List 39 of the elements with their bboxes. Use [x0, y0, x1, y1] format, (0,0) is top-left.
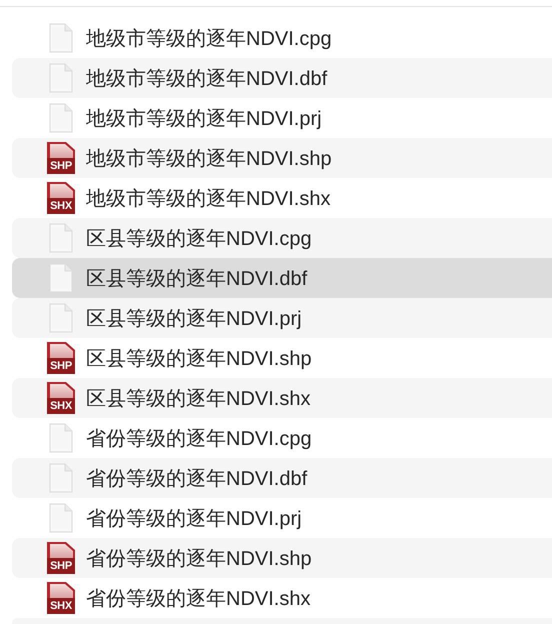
file-row[interactable]: SHP 地级市等级的逐年NDVI.shp — [12, 138, 552, 178]
file-name: 区县等级的逐年NDVI.dbf — [86, 266, 308, 292]
file-row[interactable]: SHP 省份等级的逐年NDVI.shp — [12, 538, 552, 578]
document-icon — [49, 263, 73, 293]
file-row[interactable]: 省份等级的逐年NDVI.cpg — [12, 418, 552, 458]
file-row[interactable]: SHX 地级市等级的逐年NDVI.shx — [12, 178, 552, 218]
file-name: 区县等级的逐年NDVI.cpg — [86, 226, 312, 252]
file-name: 省份等级的逐年NDVI.shx — [86, 586, 310, 612]
file-row[interactable]: SHX 区县等级的逐年NDVI.shx — [12, 378, 552, 418]
file-row[interactable]: 省份等级的逐年NDVI.prj — [12, 498, 552, 538]
document-icon — [49, 423, 73, 453]
file-row[interactable]: 地级市等级的逐年NDVI.dbf — [12, 58, 552, 98]
file-row[interactable]: 地级市等级的逐年NDVI.prj — [12, 98, 552, 138]
file-name: 区县等级的逐年NDVI.prj — [86, 306, 302, 332]
document-icon — [49, 63, 73, 93]
file-name: 省份等级的逐年NDVI.shp — [86, 546, 312, 572]
document-icon — [49, 303, 73, 333]
document-icon — [49, 23, 73, 53]
file-row[interactable]: 省份等级的逐年NDVI.dbf — [12, 458, 552, 498]
file-name: 地级市等级的逐年NDVI.cpg — [86, 26, 332, 52]
file-row[interactable]: SHX 省份等级的逐年NDVI.shx — [12, 578, 552, 618]
file-name: 省份等级的逐年NDVI.dbf — [86, 466, 308, 492]
file-row[interactable]: SHP 区县等级的逐年NDVI.shp — [12, 338, 552, 378]
file-name: 地级市等级的逐年NDVI.dbf — [86, 66, 328, 92]
file-name: 省份等级的逐年NDVI.cpg — [86, 426, 312, 452]
document-icon — [49, 223, 73, 253]
file-name: 地级市等级的逐年NDVI.shp — [86, 146, 332, 172]
file-name: 地级市等级的逐年NDVI.shx — [86, 186, 330, 212]
file-row[interactable]: 区县等级的逐年NDVI.dbf — [12, 258, 552, 298]
file-name: 地级市等级的逐年NDVI.prj — [86, 106, 322, 132]
file-name: 区县等级的逐年NDVI.shx — [86, 386, 310, 412]
file-name: 区县等级的逐年NDVI.shp — [86, 346, 312, 372]
document-icon — [49, 463, 73, 493]
document-icon — [49, 503, 73, 533]
file-name: 省份等级的逐年NDVI.prj — [86, 506, 302, 532]
file-row[interactable]: 区县等级的逐年NDVI.prj — [12, 298, 552, 338]
document-icon — [49, 103, 73, 133]
file-row[interactable]: 区县等级的逐年NDVI.cpg — [12, 218, 552, 258]
file-row[interactable]: 地级市等级的逐年NDVI.cpg — [12, 18, 552, 58]
